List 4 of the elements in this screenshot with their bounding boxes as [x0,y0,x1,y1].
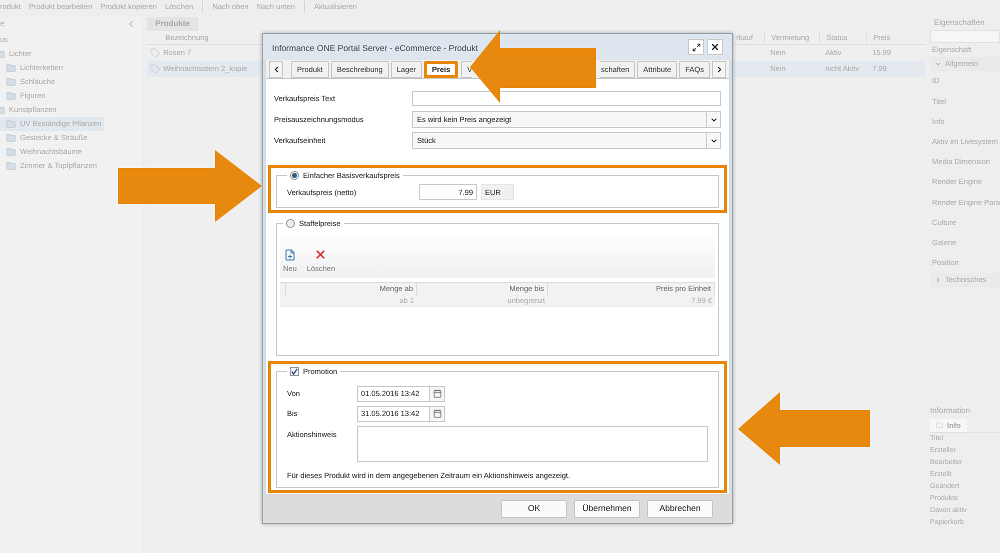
panel-title: Information [930,404,972,417]
window-title: Informance ONE Portal Server - eCommerce - Produkt [272,43,478,53]
panel-title: e [0,18,4,30]
panel-title: Eigenschaften [933,17,986,29]
